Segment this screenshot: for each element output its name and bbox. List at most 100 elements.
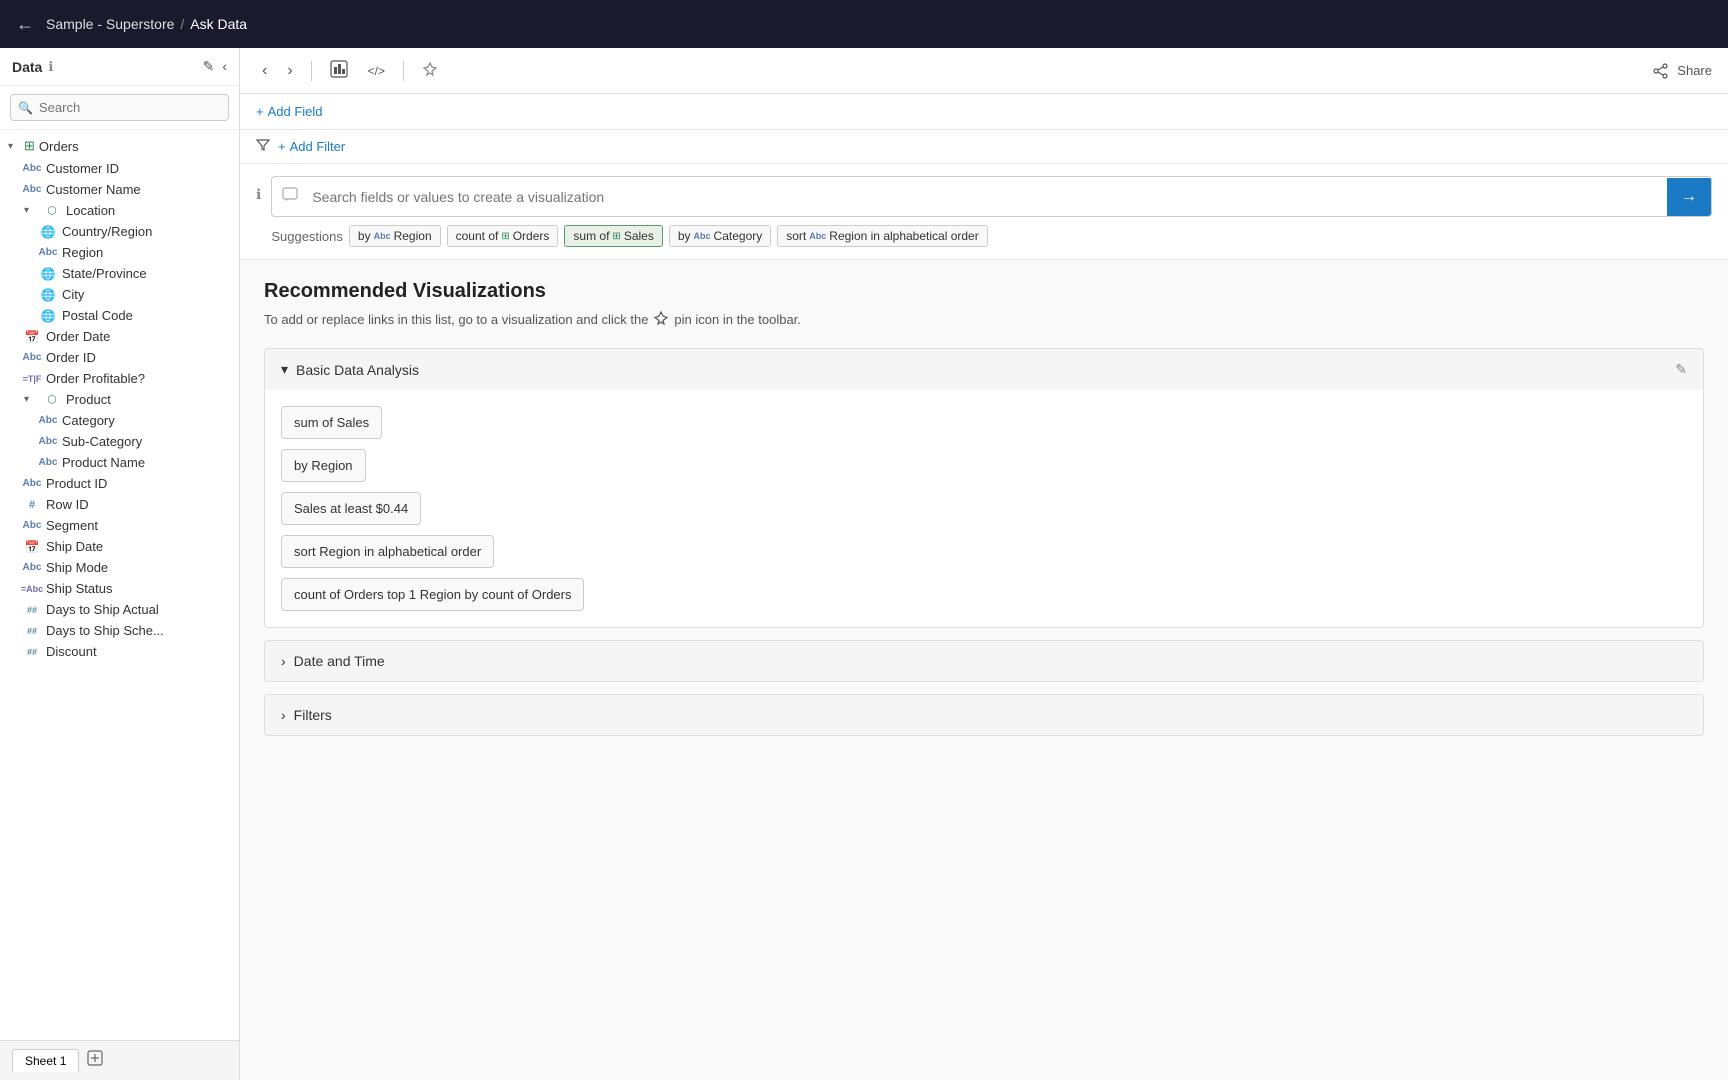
workbook-title[interactable]: Sample - Superstore [46,16,174,32]
hash2-icon-days-actual: ## [24,605,40,615]
location-label: Location [66,203,115,218]
suggestion-chip-sum-sales[interactable]: sum of ⊞ Sales [564,225,662,247]
sidebar-item-order-id[interactable]: Abc Order ID [0,347,239,368]
viz-chip-count-orders[interactable]: count of Orders top 1 Region by count of… [281,578,584,611]
main-layout: Data ℹ ✎ ‹ 🔍 ▾ ⊞ Orders [0,48,1728,1080]
category-label: Category [62,413,115,428]
sidebar-item-ship-status[interactable]: =Abc Ship Status [0,578,239,599]
add-field-label: Add Field [268,104,323,119]
chip-prefix-category: by [678,229,691,243]
search-area-info-icon: ℹ [256,186,261,203]
abc-icon-customer-id: Abc [24,163,40,174]
viz-subtitle-after: pin icon in the toolbar. [674,312,800,327]
viz-group-date-title: › Date and Time [281,653,385,669]
sidebar-item-location-group[interactable]: ▾ ⬡ Location [0,200,239,221]
search-bar-area: ℹ → Suggestions by Abc [240,164,1728,260]
city-label: City [62,287,84,302]
code-button[interactable]: </> [362,60,391,82]
forward-button[interactable]: › [281,58,298,84]
back-nav-icon[interactable]: ← [16,14,34,35]
abc-icon-chip-category: Abc [694,231,711,241]
search-icon: 🔍 [18,101,33,115]
viz-area-subtitle: To add or replace links in this list, go… [264,311,1704,328]
sidebar-item-ship-mode[interactable]: Abc Ship Mode [0,557,239,578]
viz-chip-sum-sales[interactable]: sum of Sales [281,406,382,439]
toolbar-sep-2 [403,61,404,81]
abc-icon-sub-category: Abc [40,436,56,447]
sidebar-item-country-region[interactable]: 🌐 Country/Region [0,221,239,242]
viz-area: Recommended Visualizations To add or rep… [240,260,1728,1080]
viz-group-basic-header[interactable]: ▾ Basic Data Analysis ✎ [265,349,1703,390]
content-toolbar: ‹ › </> [240,48,1728,94]
sidebar-header: Data ℹ ✎ ‹ [0,48,239,86]
ship-date-label: Ship Date [46,539,103,554]
current-page-title: Ask Data [190,16,247,32]
viz-group-filters: › Filters [264,694,1704,736]
order-id-label: Order ID [46,350,96,365]
tree-group-orders: ▾ ⊞ Orders Abc Customer ID Abc Customer … [0,134,239,662]
sheet-1-tab[interactable]: Sheet 1 [12,1049,79,1072]
sidebar-item-state-province[interactable]: 🌐 State/Province [0,263,239,284]
hash2-icon-discount: ## [24,647,40,657]
date-group-chevron: › [281,653,286,669]
suggestion-chip-sort-region[interactable]: sort Abc Region in alphabetical order [777,225,987,247]
sidebar-item-product-name[interactable]: Abc Product Name [0,452,239,473]
sidebar-collapse-icon[interactable]: ‹ [222,58,227,75]
chip-prefix-region: by [358,229,371,243]
orders-group-label: Orders [39,139,79,154]
sidebar-item-product-id[interactable]: Abc Product ID [0,473,239,494]
viz-chip-sort-region[interactable]: sort Region in alphabetical order [281,535,494,568]
suggestion-chip-count-orders[interactable]: count of ⊞ Orders [447,225,559,247]
viz-toggle-button[interactable] [324,56,354,85]
sidebar-edit-icon[interactable]: ✎ [203,58,215,75]
search-input[interactable] [10,94,229,121]
segment-label: Segment [46,518,98,533]
product-id-label: Product ID [46,476,107,491]
sidebar-item-region[interactable]: Abc Region [0,242,239,263]
viz-chip-sales-at-least[interactable]: Sales at least $0.44 [281,492,421,525]
suggestion-chip-by-category[interactable]: by Abc Category [669,225,771,247]
basic-group-edit-icon[interactable]: ✎ [1675,361,1687,378]
orders-table-icon: ⊞ [24,138,35,154]
share-label: Share [1677,63,1712,78]
sidebar-item-product-group[interactable]: ▾ ⬡ Product [0,389,239,410]
sidebar-item-row-id[interactable]: # Row ID [0,494,239,515]
abc-icon-ship-mode: Abc [24,562,40,573]
search-submit-button[interactable]: → [1667,178,1711,216]
tree-group-orders-header[interactable]: ▾ ⊞ Orders [0,134,239,158]
share-button[interactable]: Share [1653,63,1712,79]
sidebar-item-customer-id[interactable]: Abc Customer ID [0,158,239,179]
chip-prefix-sort: sort [786,229,806,243]
viz-group-date-header[interactable]: › Date and Time [265,641,1703,681]
viz-group-filters-header[interactable]: › Filters [265,695,1703,735]
sidebar-title: Data [12,59,42,75]
suggestion-chip-by-region[interactable]: by Abc Region [349,225,441,247]
sidebar-item-postal-code[interactable]: 🌐 Postal Code [0,305,239,326]
sidebar-item-days-ship-actual[interactable]: ## Days to Ship Actual [0,599,239,620]
add-sheet-icon[interactable] [87,1050,103,1071]
sidebar-item-category[interactable]: Abc Category [0,410,239,431]
pin-button[interactable] [416,57,444,84]
viz-group-date-time: › Date and Time [264,640,1704,682]
add-field-link[interactable]: + Add Field [256,104,323,119]
sidebar-item-discount[interactable]: ## Discount [0,641,239,662]
sidebar-item-city[interactable]: 🌐 City [0,284,239,305]
viz-group-basic-title: ▾ Basic Data Analysis [281,361,419,378]
sidebar-item-days-ship-sche[interactable]: ## Days to Ship Sche... [0,620,239,641]
sidebar-item-customer-name[interactable]: Abc Customer Name [0,179,239,200]
product-cluster-icon: ⬡ [44,393,60,406]
sidebar-item-sub-category[interactable]: Abc Sub-Category [0,431,239,452]
product-label: Product [66,392,111,407]
back-button[interactable]: ‹ [256,58,273,84]
suggestions-row: Suggestions by Abc Region count of ⊞ Ord… [271,225,1712,247]
sidebar-item-segment[interactable]: Abc Segment [0,515,239,536]
sidebar-item-ship-date[interactable]: 📅 Ship Date [0,536,239,557]
viz-chip-by-region[interactable]: by Region [281,449,366,482]
add-filter-link[interactable]: + Add Filter [278,139,345,154]
hash2-icon-days-sche: ## [24,626,40,636]
breadcrumb: Sample - Superstore / Ask Data [46,16,247,32]
sidebar-item-order-date[interactable]: 📅 Order Date [0,326,239,347]
row-id-label: Row ID [46,497,89,512]
viz-search-input[interactable] [308,179,1667,215]
sidebar-item-order-profitable[interactable]: =T|F Order Profitable? [0,368,239,389]
